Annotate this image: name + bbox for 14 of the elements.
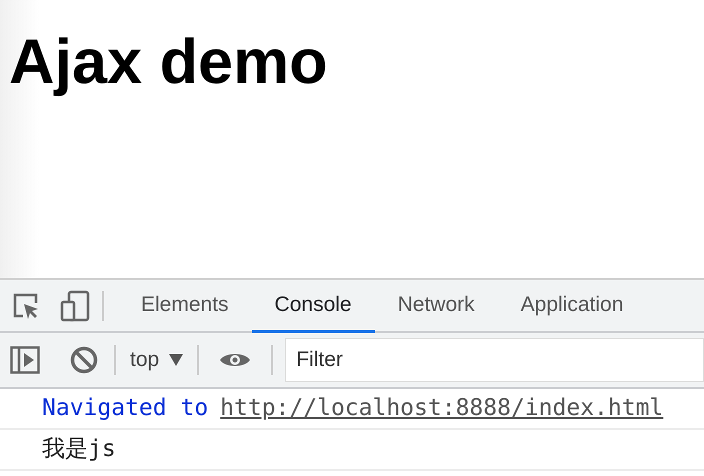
device-toolbar-icon[interactable]: [60, 290, 90, 322]
context-dropdown[interactable]: top: [116, 344, 198, 376]
filter-field[interactable]: Filter: [285, 338, 704, 382]
clear-console-icon[interactable]: [70, 346, 98, 374]
devtools-tab[interactable]: Network: [374, 280, 498, 333]
devtools-tab[interactable]: Elements: [118, 280, 252, 333]
log-message: 我是js: [42, 435, 116, 464]
caret-icon: [169, 354, 184, 366]
sidebar-toggle-icon[interactable]: [10, 346, 40, 374]
navigation-message: Navigated to: [42, 394, 208, 424]
url-link[interactable]: http://localhost:8888/index.html: [220, 391, 664, 426]
devtools-tab[interactable]: Application: [498, 280, 646, 333]
page-heading: Ajax demo: [9, 28, 329, 98]
inspect-icon[interactable]: [12, 292, 40, 320]
